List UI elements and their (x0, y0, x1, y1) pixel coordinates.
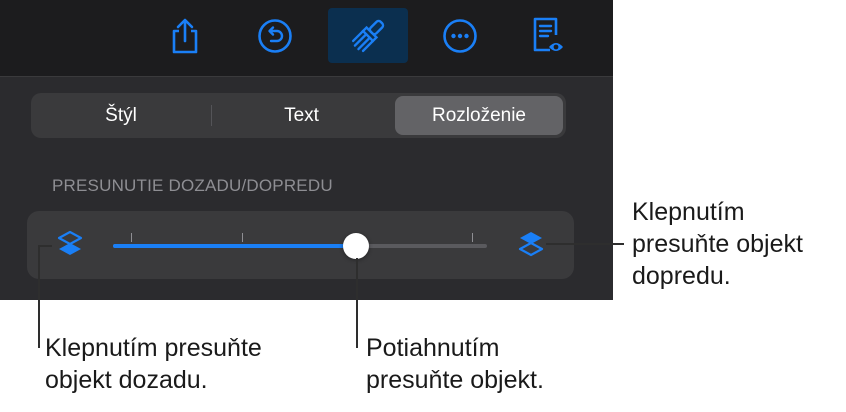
callout-back: Klepnutím presuňte objekt dozadu. (45, 332, 262, 396)
callout-drag: Potiahnutím presuňte objekt. (366, 332, 544, 396)
section-label: PRESUNUTIE DOZADU/DOPREDU (52, 176, 333, 195)
layers-back-icon[interactable] (55, 229, 85, 261)
callout-line-back-tick (38, 245, 52, 247)
undo-icon (258, 18, 292, 53)
callout-forward-line: dopredu. (632, 262, 731, 290)
slider-tick (472, 233, 473, 242)
callout-forward: Klepnutím presuňte objekt dopredu. (632, 196, 803, 292)
callout-drag-line: presuňte objekt. (366, 366, 544, 394)
arrange-slider-track[interactable] (113, 244, 487, 248)
callout-line-back (38, 245, 40, 348)
callout-line-forward (546, 243, 624, 245)
callout-back-line: Klepnutím presuňte (45, 334, 262, 362)
undo-button[interactable] (235, 8, 315, 63)
callout-forward-line: Klepnutím (632, 198, 745, 226)
tab-style[interactable]: Štýl (34, 96, 208, 135)
format-panel: Štýl Text Rozloženie PRESUNUTIE DOZADU/D… (0, 0, 613, 300)
toolbar (0, 0, 613, 77)
slider-tick (131, 233, 132, 242)
arrange-slider-thumb[interactable] (343, 233, 369, 259)
callout-back-line: objekt dozadu. (45, 366, 208, 394)
slider-tick (242, 233, 243, 242)
callout-drag-line: Potiahnutím (366, 334, 500, 362)
tab-text[interactable]: Text (211, 96, 392, 135)
callout-line-drag (356, 258, 358, 348)
reading-view-icon (533, 17, 563, 51)
share-button[interactable] (145, 8, 225, 63)
more-icon (443, 18, 477, 53)
format-button[interactable] (328, 8, 408, 63)
more-button[interactable] (420, 8, 500, 63)
tab-layout[interactable]: Rozloženie (395, 96, 563, 135)
share-icon (172, 18, 198, 53)
paintbrush-icon (351, 19, 385, 52)
arrange-slider-fill (113, 244, 356, 248)
callout-forward-line: presuňte objekt (632, 230, 803, 258)
format-tabs: Štýl Text Rozloženie (31, 93, 566, 138)
layers-forward-icon[interactable] (516, 229, 546, 261)
reading-view-button[interactable] (507, 8, 587, 63)
